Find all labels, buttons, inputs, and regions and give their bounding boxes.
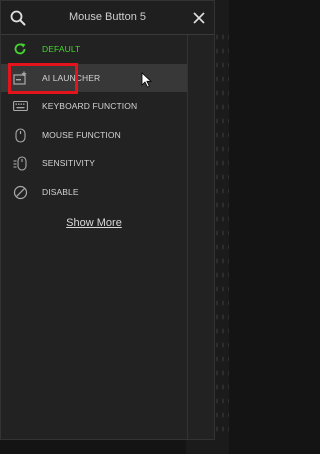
refresh-icon xyxy=(12,41,28,57)
background-dot-strip xyxy=(214,30,229,440)
disable-icon xyxy=(12,184,28,200)
menu-item-label: KEYBOARD FUNCTION xyxy=(42,101,138,111)
menu-title: Mouse Button 5 xyxy=(68,11,147,23)
menu-item-label: DISABLE xyxy=(42,187,79,197)
menu-item-keyboard-function[interactable]: KEYBOARD FUNCTION xyxy=(1,92,187,120)
sensitivity-icon xyxy=(12,155,28,171)
search-icon[interactable] xyxy=(9,9,27,27)
menu-item-label: SENSITIVITY xyxy=(42,158,96,168)
menu-divider xyxy=(187,35,188,439)
mouse-cursor-icon xyxy=(141,72,153,88)
close-icon[interactable] xyxy=(190,9,208,27)
menu-item-label: MOUSE FUNCTION xyxy=(42,130,121,140)
menu-item-sensitivity[interactable]: SENSITIVITY xyxy=(1,149,187,177)
menu-item-mouse-function[interactable]: MOUSE FUNCTION xyxy=(1,121,187,149)
mouse-icon xyxy=(12,127,28,143)
show-more-link[interactable]: Show More xyxy=(1,217,187,229)
menu-item-default[interactable]: DEFAULT xyxy=(1,35,187,63)
menu-header: Mouse Button 5 xyxy=(1,1,214,35)
menu-item-label: DEFAULT xyxy=(42,44,81,54)
keyboard-icon xyxy=(12,98,28,114)
menu-item-disable[interactable]: DISABLE xyxy=(1,178,187,206)
annotation-highlight-box xyxy=(8,63,78,94)
